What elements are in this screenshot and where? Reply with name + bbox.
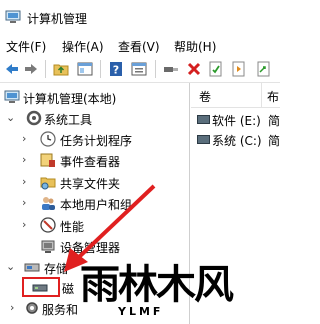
services-icon xyxy=(26,302,38,314)
toolbar-separator xyxy=(155,60,156,78)
computer-management-icon xyxy=(4,90,20,103)
chevron-right-icon[interactable]: › xyxy=(22,175,26,188)
volume-name: 软件 (E:) xyxy=(212,114,261,128)
window-title: 计算机管理 xyxy=(27,12,88,26)
event-viewer-icon xyxy=(40,153,55,167)
tree-storage-label: 存储 xyxy=(44,262,69,276)
forward-arrow-icon[interactable] xyxy=(23,61,39,77)
watermark-logo: 雨林木风 YLMF xyxy=(80,262,280,324)
connect-icon[interactable] xyxy=(163,61,179,77)
watermark-sub: YLMF xyxy=(118,305,164,318)
chevron-right-icon[interactable]: › xyxy=(22,218,26,231)
column-volume[interactable]: 卷 xyxy=(199,88,211,105)
tree-event-viewer-label: 事件查看器 xyxy=(60,155,121,169)
title-bar: 计算机管理 xyxy=(0,0,280,34)
properties-icon[interactable] xyxy=(131,61,147,77)
check-icon[interactable] xyxy=(208,61,224,77)
disk-management-icon xyxy=(32,284,48,292)
tree-event-viewer[interactable]: › 事件查看器 xyxy=(22,150,187,172)
tree-task-scheduler-label: 任务计划程序 xyxy=(60,134,133,148)
refresh-icon[interactable] xyxy=(231,61,247,77)
tree-shared-folders[interactable]: › 共享文件夹 xyxy=(22,172,187,194)
chevron-right-icon[interactable]: › xyxy=(22,132,26,145)
chevron-right-icon[interactable]: › xyxy=(22,153,26,166)
tree-device-manager-label: 设备管理器 xyxy=(60,241,121,255)
tree-device-manager[interactable]: 设备管理器 xyxy=(40,236,188,258)
performance-icon xyxy=(40,217,56,233)
drive-icon xyxy=(197,115,210,124)
chevron-right-icon[interactable]: › xyxy=(10,301,14,314)
toolbar-separator xyxy=(100,60,101,78)
folder-up-icon[interactable] xyxy=(53,61,69,77)
volume-row[interactable]: 软件 (E:) 简 xyxy=(191,109,280,129)
back-arrow-icon[interactable] xyxy=(4,61,20,77)
tree-shared-folders-label: 共享文件夹 xyxy=(60,177,121,191)
delete-icon[interactable] xyxy=(186,61,202,77)
column-divider[interactable] xyxy=(261,83,262,107)
volume-row[interactable]: 系统 (C:) 简 xyxy=(191,129,280,149)
tree-root-label: 计算机管理(本地) xyxy=(23,92,117,106)
shared-folder-icon xyxy=(40,177,56,190)
tree-local-users[interactable]: › 本地用户和组 xyxy=(22,193,187,215)
tree-local-users-label: 本地用户和组 xyxy=(60,198,133,212)
help-icon[interactable]: ? xyxy=(108,61,124,77)
volume-layout: 简 xyxy=(268,134,280,148)
toolbar-separator xyxy=(45,60,46,78)
menu-view[interactable]: 查看(V) xyxy=(118,38,160,55)
chevron-right-icon[interactable]: › xyxy=(22,196,26,209)
tree-performance[interactable]: › 性能 xyxy=(22,215,187,237)
chevron-down-icon[interactable]: ⌄ xyxy=(6,111,15,124)
volume-layout: 简 xyxy=(268,114,280,128)
menu-file[interactable]: 文件(F) xyxy=(6,38,46,55)
tree-root[interactable]: 计算机管理(本地) xyxy=(4,87,189,109)
device-manager-icon xyxy=(41,240,55,253)
tree-performance-label: 性能 xyxy=(60,220,85,234)
computer-management-icon xyxy=(5,10,21,23)
show-hide-tree-icon[interactable] xyxy=(77,61,93,77)
tree-system-tools[interactable]: ⌄ 系统工具 xyxy=(6,108,186,130)
watermark-main: 雨林木风 xyxy=(80,261,234,308)
menu-bar: 文件(F) 操作(A) 查看(V) 帮助(H) xyxy=(0,34,280,56)
chevron-down-icon[interactable]: ⌄ xyxy=(6,260,15,273)
menu-help[interactable]: 帮助(H) xyxy=(174,38,216,55)
clock-icon xyxy=(40,131,56,147)
menu-action[interactable]: 操作(A) xyxy=(62,38,104,55)
system-tools-icon xyxy=(26,110,42,126)
list-header: 卷 布 xyxy=(191,83,280,108)
tree-disk-management-label: 磁 xyxy=(62,282,75,296)
column-layout[interactable]: 布 xyxy=(267,88,279,105)
tree-services-label: 服务和 xyxy=(42,303,79,317)
drive-icon xyxy=(197,135,210,144)
storage-icon xyxy=(24,263,40,272)
volume-name: 系统 (C:) xyxy=(212,134,262,148)
tree-task-scheduler[interactable]: › 任务计划程序 xyxy=(22,129,187,151)
toolbar: ? xyxy=(0,56,280,83)
svg-text:?: ? xyxy=(113,64,119,77)
tree-system-tools-label: 系统工具 xyxy=(44,113,93,127)
export-icon[interactable] xyxy=(256,61,272,77)
users-icon xyxy=(42,197,55,210)
